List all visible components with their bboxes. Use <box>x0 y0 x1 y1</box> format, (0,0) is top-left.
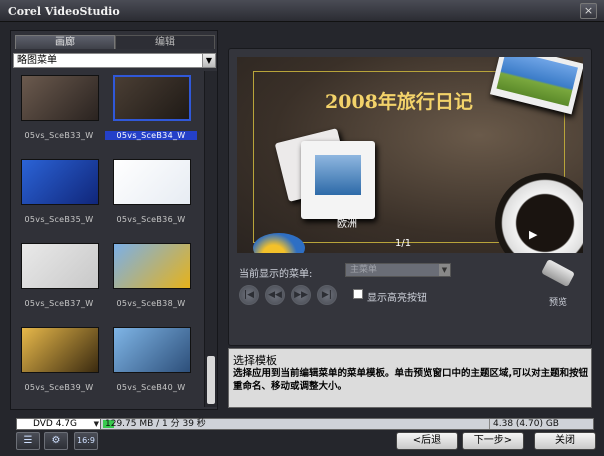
current-menu-select[interactable]: 主菜单 ▼ <box>345 263 451 277</box>
current-menu-value: 主菜单 <box>350 265 378 275</box>
description-title: 选择模板 <box>233 354 277 367</box>
scrollbar-thumb[interactable] <box>207 356 215 404</box>
disc-type-value: DVD 4.7G <box>33 419 78 429</box>
template-thumbnail-grid: 05vs_SceB33_W 05vs_SceB34_W 05vs_SceB35_W 0… <box>13 71 203 407</box>
template-thumbnail[interactable]: 05vs_SceB33_W <box>13 71 103 153</box>
capacity-divider <box>489 419 490 429</box>
last-button[interactable]: ▶| <box>317 285 337 305</box>
list-icon[interactable]: ☰ <box>16 432 40 450</box>
library-scrollbar[interactable] <box>204 71 217 407</box>
first-button[interactable]: |◀ <box>239 285 259 305</box>
preview-panel: 2008年旅行日记 欧洲 1/1 ▶ 当前显示的菜单: 主菜单 ▼ |◀ ◀◀ … <box>228 48 592 346</box>
previous-button[interactable]: ◀◀ <box>265 285 285 305</box>
template-thumbnail-caption: 05vs_SceB36_W <box>116 215 186 224</box>
template-thumbnail[interactable]: 05vs_SceB34_W <box>105 71 197 153</box>
description-panel: 选择模板 选择应用到当前编辑菜单的菜单模板。单击预览窗口中的主题区域,可以对主题… <box>228 348 592 408</box>
close-button[interactable]: 关闭 <box>534 432 596 450</box>
aspect-ratio-button[interactable]: 16:9 <box>74 432 98 450</box>
template-thumbnail[interactable]: 05vs_SceB36_W <box>105 155 195 237</box>
next-button[interactable]: 下一步> <box>462 432 524 450</box>
menu-type-select[interactable]: 略图菜单 ▼ <box>13 53 216 68</box>
template-thumbnail-image[interactable] <box>21 327 99 373</box>
next-page-button[interactable]: ▶▶ <box>291 285 311 305</box>
template-thumbnail-caption: 05vs_SceB39_W <box>24 383 94 392</box>
template-thumbnail-caption: 05vs_SceB38_W <box>116 299 186 308</box>
title-bar: Corel VideoStudio × <box>0 0 604 22</box>
description-text: 选择应用到当前编辑菜单的菜单模板。单击预览窗口中的主题区域,可以对主题和按钮重命… <box>233 368 589 392</box>
preview-menu-title[interactable]: 2008年旅行日记 <box>325 87 473 114</box>
disc-usage-bar: DVD 4.7G ▼ 129.75 MB / 1 分 39 秒 4.38 (4.… <box>16 418 594 430</box>
template-thumbnail[interactable]: 05vs_SceB37_W <box>13 239 103 321</box>
usage-text: 129.75 MB / 1 分 39 秒 <box>105 419 206 429</box>
capacity-text: 4.38 (4.70) GB <box>493 419 559 429</box>
menu-preview-window[interactable]: 2008年旅行日记 欧洲 1/1 ▶ <box>237 57 583 253</box>
template-thumbnail-image[interactable] <box>113 243 191 289</box>
template-thumbnail[interactable]: 05vs_SceB40_W <box>105 323 195 405</box>
template-thumbnail-caption: 05vs_SceB37_W <box>24 299 94 308</box>
template-thumbnail[interactable]: 05vs_SceB35_W <box>13 155 103 237</box>
template-thumbnail-image[interactable] <box>21 243 99 289</box>
template-thumbnail[interactable]: 05vs_SceB38_W <box>105 239 195 321</box>
current-menu-label: 当前显示的菜单: <box>239 269 313 280</box>
preview-slide-front[interactable] <box>301 141 375 219</box>
template-thumbnail-image[interactable] <box>113 327 191 373</box>
highlight-buttons-checkbox[interactable] <box>353 289 363 299</box>
template-thumbnail-caption: 05vs_SceB34_W <box>105 131 197 140</box>
template-thumbnail-caption: 05vs_SceB33_W <box>24 131 94 140</box>
app-window: Corel VideoStudio × 画廊 编辑 略图菜单 ▼ 05vs_Sc… <box>0 0 604 456</box>
tab-edit[interactable]: 编辑 <box>115 35 215 49</box>
disc-type-select[interactable]: DVD 4.7G ▼ <box>17 419 101 429</box>
template-thumbnail[interactable]: 05vs_SceB39_W <box>13 323 103 405</box>
menu-type-value: 略图菜单 <box>17 55 57 66</box>
chevron-down-icon[interactable]: ▼ <box>94 419 99 429</box>
settings-icon[interactable]: ⚙ <box>44 432 68 450</box>
preview-chapter-caption[interactable]: 欧洲 <box>337 215 357 230</box>
back-button[interactable]: <后退 <box>396 432 458 450</box>
window-close-button[interactable]: × <box>580 3 597 19</box>
template-thumbnail-image[interactable] <box>113 75 191 121</box>
template-thumbnail-image[interactable] <box>113 159 191 205</box>
play-icon[interactable]: ▶ <box>529 228 537 241</box>
template-thumbnail-image[interactable] <box>21 75 99 121</box>
preview-button-label: 预览 <box>549 298 568 308</box>
template-thumbnail-caption: 05vs_SceB40_W <box>116 383 186 392</box>
chevron-down-icon[interactable]: ▼ <box>439 264 450 276</box>
template-thumbnail-caption: 05vs_SceB35_W <box>24 215 94 224</box>
chevron-down-icon[interactable]: ▼ <box>202 54 215 67</box>
app-title: Corel VideoStudio <box>8 5 120 18</box>
remote-control-icon[interactable] <box>539 258 575 291</box>
template-thumbnail-image[interactable] <box>21 159 99 205</box>
tab-gallery[interactable]: 画廊 <box>15 35 115 49</box>
library-panel: 画廊 编辑 略图菜单 ▼ 05vs_SceB33_W 05vs_SceB34_W 0… <box>10 30 218 410</box>
preview-page-indicator: 1/1 <box>395 238 412 249</box>
highlight-buttons-label: 显示高亮按钮 <box>367 293 427 304</box>
